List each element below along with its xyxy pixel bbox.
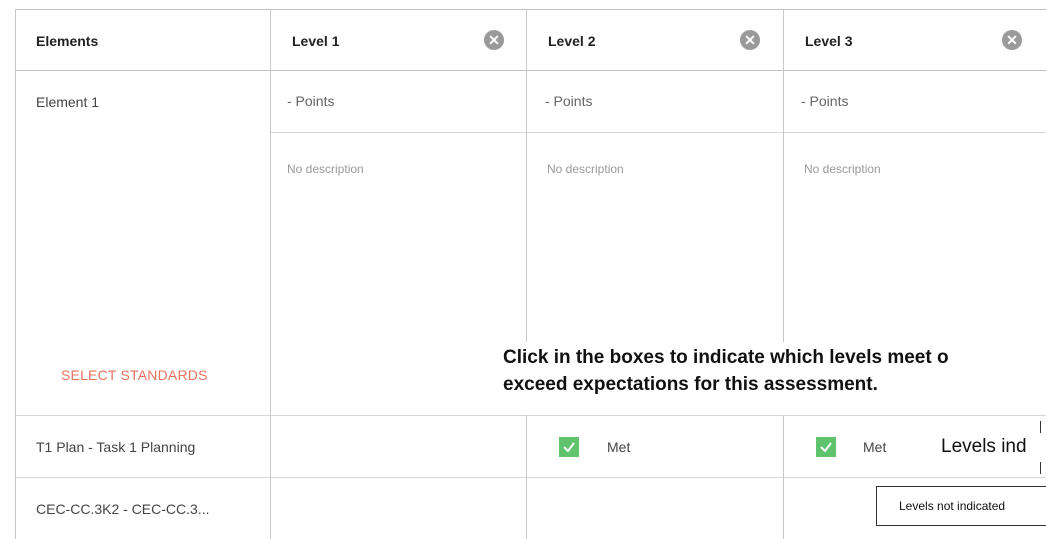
col-divider-3	[783, 9, 784, 342]
level-3-points[interactable]: - Points	[801, 93, 848, 109]
level-2-met-checkbox[interactable]	[559, 437, 579, 457]
level-2-remove-icon[interactable]: ✕	[740, 30, 760, 50]
header-bottom-border	[15, 70, 1046, 71]
levels-indicated-annotation: Levels ind	[941, 436, 1027, 457]
elements-column-header: Elements	[36, 33, 99, 49]
level-3-met-checkbox[interactable]	[816, 437, 836, 457]
points-divider	[270, 132, 1046, 133]
annotation-connector	[1040, 462, 1041, 474]
col-divider-2-lower	[526, 415, 527, 539]
level-1-remove-icon[interactable]: ✕	[484, 30, 504, 50]
level-1-description[interactable]: No description	[287, 162, 364, 176]
level-3-description[interactable]: No description	[804, 162, 881, 176]
level-3-met-label: Met	[863, 439, 887, 455]
instruction-callout: Click in the boxes to indicate which lev…	[503, 345, 949, 398]
level-3-remove-icon[interactable]: ✕	[1002, 30, 1022, 50]
check-icon	[820, 442, 832, 453]
levels-not-indicated-annotation: Levels not indicated	[876, 486, 1046, 526]
table-left-border	[15, 9, 16, 539]
col-divider-1	[270, 9, 271, 539]
level-2-points[interactable]: - Points	[545, 93, 592, 109]
standard-2-label: CEC-CC.3K2 - CEC-CC.3...	[36, 501, 210, 517]
level-2-description[interactable]: No description	[547, 162, 624, 176]
element-1-label[interactable]: Element 1	[36, 94, 99, 110]
level-2-header[interactable]: Level 2	[548, 33, 595, 49]
level-3-header[interactable]: Level 3	[805, 33, 852, 49]
col-divider-3-lower	[783, 415, 784, 539]
instruction-callout-line-2: exceed expectations for this assessment.	[503, 373, 878, 395]
instruction-callout-line-1: Click in the boxes to indicate which lev…	[503, 347, 949, 368]
standard-1-label: T1 Plan - Task 1 Planning	[36, 439, 196, 455]
col-divider-2	[526, 9, 527, 342]
check-icon	[563, 442, 575, 453]
level-2-met-label: Met	[607, 439, 631, 455]
table-top-border	[15, 9, 1046, 10]
annotation-connector	[1040, 421, 1041, 433]
element-row-bottom-border	[15, 415, 1046, 416]
standard-row-bottom-border	[15, 477, 1046, 478]
select-standards-link[interactable]: SELECT STANDARDS	[61, 367, 208, 383]
level-1-header[interactable]: Level 1	[292, 33, 339, 49]
level-1-points[interactable]: - Points	[287, 93, 334, 109]
